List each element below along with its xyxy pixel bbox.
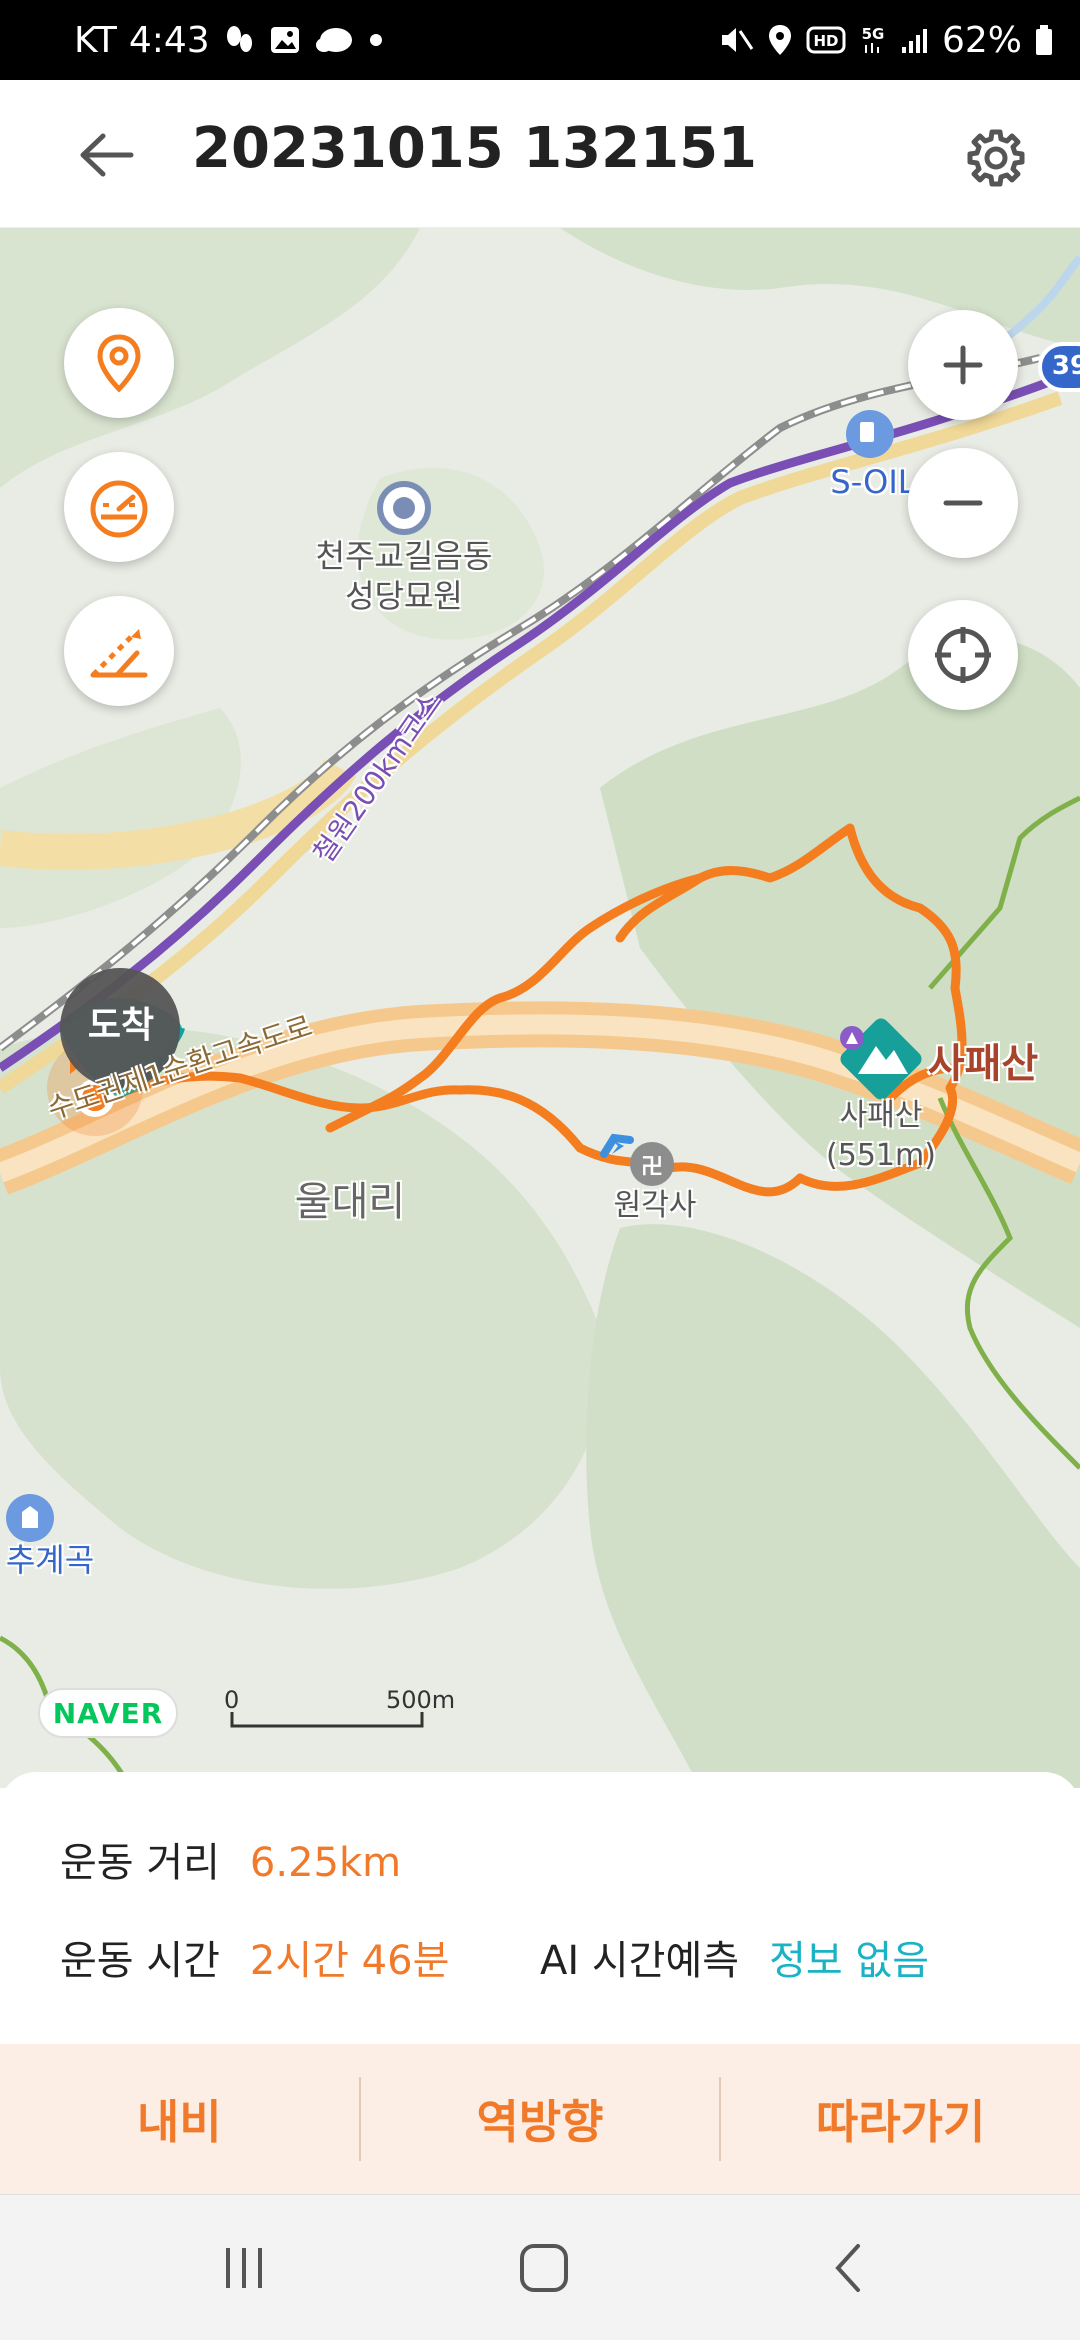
svg-text:卍: 卍: [641, 1155, 663, 1180]
status-right: HD 5G 62%: [718, 0, 1054, 80]
naver-logo: NAVER: [38, 1688, 178, 1738]
gallery-icon: [268, 23, 302, 57]
recent-apps-icon: [226, 2248, 262, 2288]
battery-icon: [1034, 23, 1054, 57]
time-label: 운동 시간: [60, 1938, 220, 1984]
map-scale: 0 500m: [224, 1686, 455, 1730]
clock: 4:43: [128, 19, 210, 61]
mountain-name-label: 사패산: [927, 1041, 1039, 1087]
arrival-label: 도착: [87, 1005, 155, 1046]
plus-icon: [943, 345, 983, 385]
svg-text:5G: 5G: [862, 25, 885, 43]
footprint-icon: [222, 23, 256, 57]
valley-label: 추계곡: [5, 1541, 95, 1579]
time-row: 운동 시간 2시간 46분: [60, 1928, 449, 1986]
action-bar: 내비 역방향 따라가기: [0, 2044, 1080, 2194]
mountain-elevation-label: 사패산 (551m): [826, 1098, 936, 1173]
location-icon: [766, 23, 794, 57]
crosshair-icon: [935, 627, 991, 683]
distance-row: 운동 거리 6.25km: [60, 1830, 401, 1888]
map-view[interactable]: 卍 도착 39 천주교길음동 성당묘원 S-OIL 철원200km코스 수도권제…: [0, 228, 1080, 1788]
location-button[interactable]: [64, 308, 174, 418]
slope-icon: [90, 629, 148, 678]
page-title: 20231015 132151: [192, 116, 758, 181]
carrier-label: KT: [74, 19, 117, 61]
gear-icon: [967, 129, 1025, 187]
back-nav-button[interactable]: [810, 2233, 890, 2303]
speed-button[interactable]: [64, 452, 174, 562]
status-bar: KT 4:43 HD 5G 62%: [0, 0, 1080, 80]
cloud-icon: [314, 23, 354, 57]
cemetery-label: 천주교길음동 성당묘원: [315, 537, 493, 615]
signal-icon: [900, 23, 930, 57]
arrow-left-icon: [80, 133, 134, 177]
back-button[interactable]: [60, 120, 150, 190]
zoom-in-button[interactable]: [908, 310, 1018, 420]
recent-apps-button[interactable]: [204, 2233, 284, 2303]
system-nav-bar: [0, 2194, 1080, 2340]
home-button[interactable]: [504, 2233, 584, 2303]
reverse-button[interactable]: 역방향: [361, 2044, 720, 2194]
minus-icon: [943, 500, 983, 506]
status-left: KT 4:43: [74, 0, 386, 80]
back-chevron-icon: [835, 2244, 860, 2292]
ai-label: AI 시간예측: [540, 1938, 740, 1984]
distance-value: 6.25km: [249, 1840, 402, 1886]
time-value: 2시간 46분: [249, 1938, 450, 1984]
network-5g-icon: 5G: [858, 23, 888, 57]
home-icon: [520, 2244, 568, 2292]
mute-icon: [718, 23, 754, 57]
village-label: 울대리: [294, 1179, 406, 1225]
hd-icon: HD: [806, 23, 846, 57]
settings-button[interactable]: [956, 118, 1036, 198]
road-number-label: 39: [1051, 351, 1080, 381]
temple-label: 원각사: [613, 1188, 697, 1223]
ai-value: 정보 없음: [769, 1938, 929, 1984]
location-pin-icon: [97, 334, 141, 393]
svg-text:HD: HD: [813, 32, 838, 50]
dot-icon: [366, 30, 386, 50]
current-location-button[interactable]: [908, 600, 1018, 710]
battery-percent: 62%: [941, 19, 1022, 61]
zoom-out-button[interactable]: [908, 448, 1018, 558]
stats-panel: 운동 거리 6.25km 운동 시간 2시간 46분 AI 시간예측 정보 없음: [0, 1772, 1080, 2044]
navigate-button[interactable]: 내비: [0, 2044, 359, 2194]
speedometer-icon: [90, 480, 148, 538]
slope-button[interactable]: [64, 596, 174, 706]
distance-label: 운동 거리: [60, 1840, 220, 1886]
ai-prediction-row: AI 시간예측 정보 없음: [540, 1928, 929, 1986]
app-header: 20231015 132151: [0, 80, 1080, 228]
follow-button[interactable]: 따라가기: [721, 2044, 1080, 2194]
